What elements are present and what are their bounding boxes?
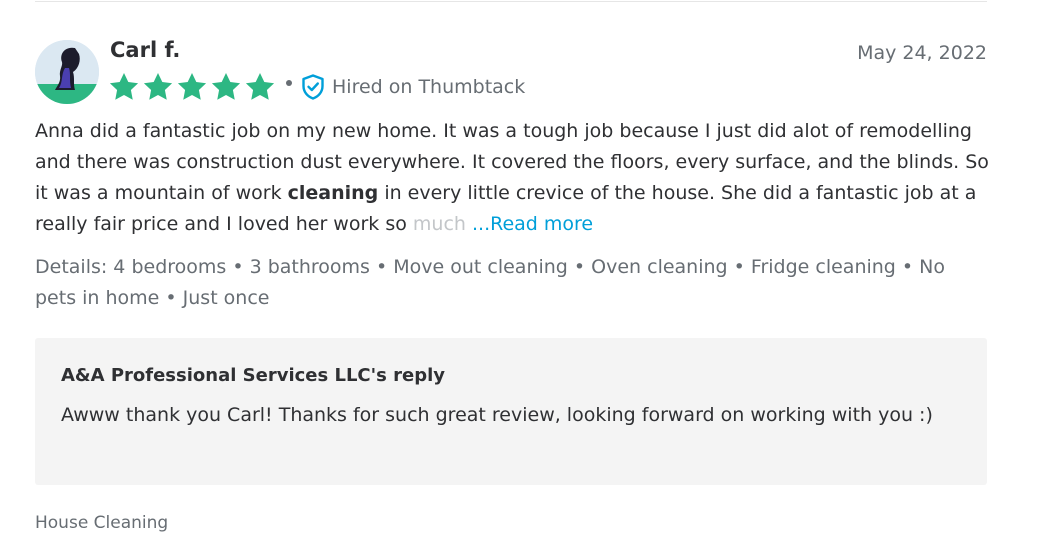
separator-dot <box>286 80 292 86</box>
top-divider <box>35 1 987 2</box>
star-icon <box>142 72 174 102</box>
shield-check-icon <box>301 74 325 100</box>
star-icon <box>244 72 276 102</box>
reviewer-name: Carl f. <box>110 38 181 62</box>
review-text: Anna did a fantastic job on my new home.… <box>35 116 995 240</box>
avatar <box>35 40 99 104</box>
hired-badge-label: Hired on Thumbtack <box>332 76 526 98</box>
read-more-link[interactable]: ...Read more <box>472 213 593 235</box>
star-icon <box>210 72 242 102</box>
reply-title: A&A Professional Services LLC's reply <box>61 365 445 386</box>
review-text-highlight: cleaning <box>287 182 379 204</box>
avatar-silhouette-icon <box>35 40 99 104</box>
review-text-faded: much <box>412 213 466 235</box>
review-details: Details: 4 bedrooms • 3 bathrooms • Move… <box>35 256 945 309</box>
service-category: House Cleaning <box>35 513 169 533</box>
star-rating <box>108 72 276 102</box>
reply-text: Awww thank you Carl! Thanks for such gre… <box>61 404 933 426</box>
star-icon <box>176 72 208 102</box>
business-reply: A&A Professional Services LLC's reply Aw… <box>35 338 987 485</box>
star-icon <box>108 72 140 102</box>
rating-row: Hired on Thumbtack <box>108 70 525 104</box>
review-date: May 24, 2022 <box>857 42 987 64</box>
